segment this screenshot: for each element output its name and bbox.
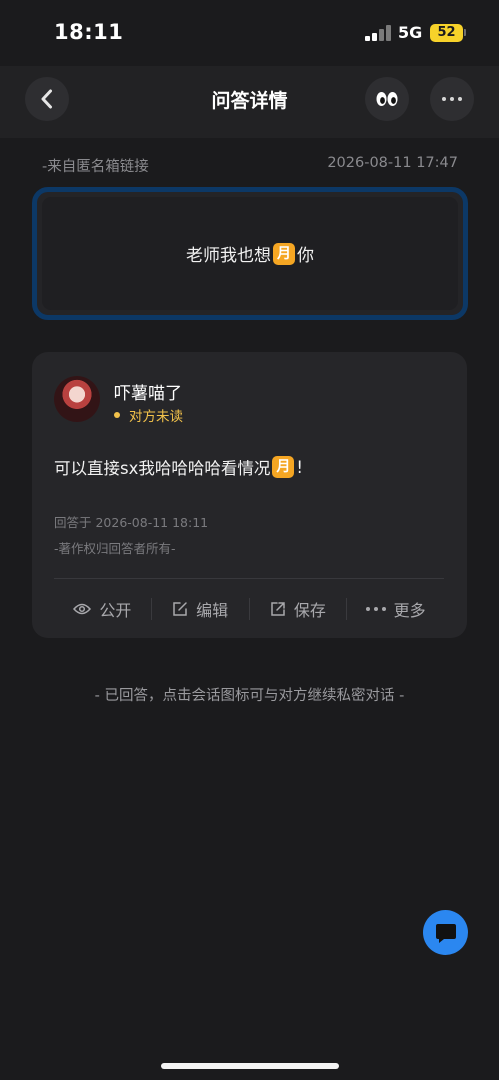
- chat-bubble-icon: [435, 923, 456, 943]
- eyes-emoji-icon: [376, 92, 398, 106]
- copyright-note: -著作权归回答者所有-: [54, 541, 176, 556]
- signal-icon: [365, 25, 391, 41]
- avatar[interactable]: [54, 376, 100, 422]
- network-label: 5G: [398, 23, 423, 42]
- question-text: 老师我也想 月 你: [186, 241, 314, 266]
- public-button[interactable]: 公开: [54, 597, 151, 621]
- battery-icon: 52: [430, 24, 463, 42]
- home-indicator[interactable]: [161, 1063, 339, 1069]
- edit-icon: [173, 602, 187, 616]
- question-source: -来自匿名箱链接: [42, 159, 149, 175]
- moon-emoji-icon: 月: [272, 456, 295, 478]
- moon-emoji-icon: 月: [273, 242, 295, 265]
- eye-icon: [73, 603, 92, 615]
- answer-time: 回答于 2026-08-11 18:11: [54, 515, 209, 530]
- eyes-button[interactable]: [365, 77, 409, 121]
- share-out-icon: [271, 602, 285, 616]
- read-status: 对方未读: [114, 405, 183, 425]
- save-button[interactable]: 保存: [250, 597, 347, 621]
- more-button[interactable]: [430, 77, 474, 121]
- nav-bar: 问答详情: [0, 66, 499, 138]
- action-bar: 公开 编辑 保存 更多: [54, 592, 444, 626]
- question-card: 老师我也想 月 你: [32, 187, 468, 320]
- edit-button[interactable]: 编辑: [152, 597, 249, 621]
- battery-cap: [464, 29, 466, 36]
- more-dots-icon: [365, 607, 386, 611]
- conversation-hint: - 已回答，点击会话图标可与对方继续私密对话 -: [94, 688, 405, 704]
- more-dots-icon: [442, 97, 462, 101]
- page-title: 问答详情: [211, 90, 288, 112]
- username[interactable]: 吓薯喵了: [114, 379, 182, 404]
- answer-card: 吓薯喵了 对方未读 可以直接sx我哈哈哈哈看情况 月 ! 回答于 2026-08…: [32, 352, 467, 638]
- chat-button[interactable]: [423, 910, 468, 955]
- divider: [54, 578, 444, 579]
- question-datetime: 2026-08-11 17:47: [327, 155, 458, 171]
- more-actions-button[interactable]: 更多: [347, 597, 444, 621]
- status-time: 18:11: [54, 20, 124, 44]
- status-dot-icon: [114, 412, 120, 418]
- question-meta: -来自匿名箱链接 2026-08-11 17:47: [42, 155, 458, 176]
- answer-text: 可以直接sx我哈哈哈哈看情况 月 !: [54, 456, 303, 478]
- status-bar: 18:11 5G 52: [0, 0, 499, 66]
